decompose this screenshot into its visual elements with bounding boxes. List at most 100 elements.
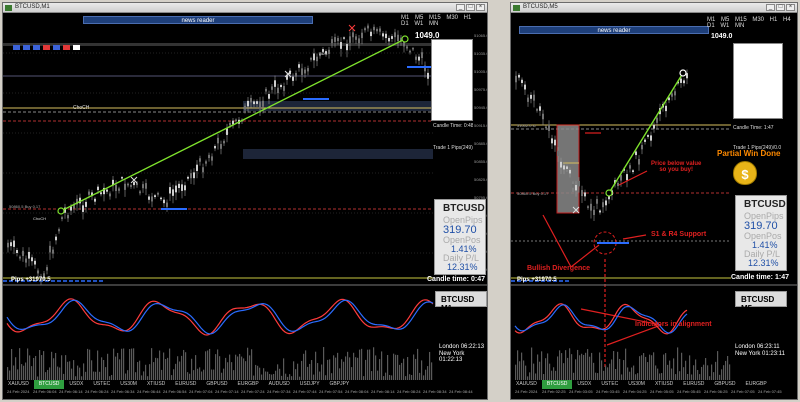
stats-table bbox=[431, 39, 473, 121]
close-icon[interactable]: × bbox=[476, 4, 485, 11]
swatch[interactable] bbox=[73, 45, 80, 50]
london-label: London bbox=[735, 344, 756, 350]
newyork-time: 01:22:13 bbox=[439, 357, 463, 363]
window-title: BTCUSD,M5 bbox=[523, 4, 558, 10]
time-tick: 24 Feb 07:34 bbox=[267, 389, 291, 394]
swatch[interactable] bbox=[53, 45, 60, 50]
chart-window-m1[interactable]: BTCUSD,M1 _ □ × ChoCH 50860.5 Buy 0.17 C… bbox=[2, 2, 488, 400]
time-tick: 24 Feb 04:25 bbox=[623, 389, 647, 394]
symbol-tab[interactable]: USTEC bbox=[88, 380, 115, 389]
time-tick: 24 Feb 06:14 bbox=[59, 389, 83, 394]
bullish-divergence-annotation: Bullish Divergence bbox=[527, 265, 591, 272]
symbol-tab[interactable]: GBPUSD bbox=[709, 380, 740, 389]
trend-line[interactable] bbox=[60, 38, 406, 212]
newyork-session: New York 01:23:11 bbox=[735, 351, 785, 357]
symbol-tab[interactable]: BTCUSD bbox=[33, 380, 65, 389]
price-tick: 51035.00 bbox=[474, 51, 487, 56]
symbol-tabs[interactable]: XAUUSD BTCUSD USDX USTEC US30M XTIUSD EURUSD GB… bbox=[3, 380, 487, 389]
maximize-icon[interactable]: □ bbox=[776, 4, 785, 11]
zone-box bbox=[243, 149, 433, 159]
symbol-tab[interactable]: XTIUSD bbox=[650, 380, 678, 389]
symbol-tab[interactable]: USTEC bbox=[596, 380, 623, 389]
symbol-tab[interactable]: US30M bbox=[115, 380, 142, 389]
time-tick: 24 Feb 07:04 bbox=[189, 389, 213, 394]
news-reader-bar[interactable]: news reader bbox=[519, 26, 709, 34]
entry-marker[interactable] bbox=[605, 189, 613, 197]
symbol-tab[interactable]: XAUUSD bbox=[511, 380, 542, 389]
oscillator-slow bbox=[6, 299, 434, 335]
symbol-tab[interactable]: XTIUSD bbox=[142, 380, 170, 389]
price-tag: 1049.0 bbox=[711, 33, 733, 40]
swatch[interactable] bbox=[33, 45, 40, 50]
symbol-tab[interactable]: EURUSD bbox=[170, 380, 201, 389]
volume-histogram bbox=[7, 347, 433, 383]
swatch[interactable] bbox=[23, 45, 30, 50]
time-tick: 24 Feb 06:54 bbox=[163, 389, 187, 394]
time-tick: 24 Feb 2024 bbox=[515, 389, 538, 394]
london-session: London 06:23:11 bbox=[735, 344, 780, 350]
symbol-tab[interactable]: EURUSD bbox=[678, 380, 709, 389]
symbol-tab[interactable]: USDX bbox=[572, 380, 596, 389]
indicator-title-box: BTCUSD M5 bbox=[735, 291, 787, 313]
london-time: 06:23:11 bbox=[756, 344, 780, 350]
time-tick: 24 Feb 02:25 bbox=[542, 389, 566, 394]
candle-time-label: Candle time: bbox=[427, 276, 470, 283]
candle-time: Candle time: 0:47 bbox=[427, 276, 485, 283]
time-tick: 24 Feb 06:04 bbox=[33, 389, 57, 394]
price-tick: 50945.00 bbox=[474, 105, 487, 110]
symbol-label: BTCUSD bbox=[744, 199, 786, 210]
time-tick: 24 Feb 08:04 bbox=[345, 389, 369, 394]
time-tick: 24 Feb 06:34 bbox=[111, 389, 135, 394]
close-icon[interactable]: × bbox=[786, 4, 795, 11]
window-titlebar[interactable]: BTCUSD,M1 _ □ × bbox=[3, 3, 487, 13]
symbol-tab[interactable]: USDJPY bbox=[295, 380, 325, 389]
bos-label: BOS bbox=[319, 51, 328, 56]
account-info-panel: BTCUSD OpenPips 319.70 OpenPos 1.41% Dai… bbox=[434, 199, 486, 275]
london-time: 06:22:13 bbox=[460, 344, 485, 350]
time-tick: 24 Feb 08:34 bbox=[423, 389, 447, 394]
chart-window-m5[interactable]: BTCUSD,M5 _ □ × 51002.0 sl 50860.5 Buy 0… bbox=[510, 2, 798, 400]
level-label: 50860.5 Buy 0.17 bbox=[9, 204, 41, 209]
window-titlebar[interactable]: BTCUSD,M5 _ □ × bbox=[511, 3, 797, 13]
symbol-tab[interactable]: EURGBP bbox=[741, 380, 772, 389]
minimize-icon[interactable]: _ bbox=[456, 4, 465, 11]
time-tick: 24 Feb 08:24 bbox=[397, 389, 421, 394]
newyork-time: 01:23:11 bbox=[762, 351, 785, 357]
symbol-tab[interactable]: US30M bbox=[623, 380, 650, 389]
swatch[interactable] bbox=[13, 45, 20, 50]
candle-time-value: 0:47 bbox=[470, 276, 485, 283]
symbol-tabs[interactable]: XAUUSD BTCUSD USDX USTEC US30M XTIUSD EURUSD GB… bbox=[511, 380, 797, 396]
price-tick: 50825.00 bbox=[474, 177, 487, 182]
color-swatches[interactable] bbox=[13, 45, 80, 52]
swatch[interactable] bbox=[63, 45, 70, 50]
exit-marker[interactable] bbox=[679, 69, 687, 77]
volume-histogram bbox=[515, 347, 731, 383]
symbol-tab[interactable]: GBPUSD bbox=[201, 380, 232, 389]
money-bag-icon: $ bbox=[733, 161, 757, 185]
level2-label: 51002.0 sl bbox=[517, 123, 536, 128]
oscillator-fast bbox=[6, 298, 434, 336]
alignment-annotation: Indicators in alignment bbox=[635, 321, 712, 328]
news-reader-bar[interactable]: news reader bbox=[83, 16, 313, 24]
price-below-annotation: Price below value so you buy! bbox=[651, 161, 702, 173]
symbol-tab[interactable]: EURGBP bbox=[233, 380, 264, 389]
entry-marker[interactable] bbox=[57, 207, 65, 215]
partial-win-annotation: Partial Win Done bbox=[717, 149, 781, 158]
candle-time-small: Candle Time: 0:48 bbox=[433, 123, 474, 129]
time-tick: 24 Feb 07:44 bbox=[293, 389, 317, 394]
symbol-tab[interactable]: USDX bbox=[64, 380, 88, 389]
time-tick: 24 Feb 03:45 bbox=[596, 389, 620, 394]
symbol-tab[interactable]: XAUUSD bbox=[3, 380, 34, 389]
newyork-session: New York 01:22:13 bbox=[439, 351, 487, 363]
price-chart-m1[interactable]: ChoCH 50860.5 Buy 0.17 ChoCH BOS bbox=[3, 13, 488, 391]
timeframe-row[interactable]: M1 M5 M15 M30 H1 H4 D1 W1 MN bbox=[707, 17, 797, 29]
support-annotation: S1 & R4 Support bbox=[651, 231, 707, 238]
maximize-icon[interactable]: □ bbox=[466, 4, 475, 11]
swatch[interactable] bbox=[43, 45, 50, 50]
trend-line[interactable] bbox=[608, 72, 684, 194]
symbol-tab[interactable]: AUDUSD bbox=[264, 380, 295, 389]
exit-marker[interactable] bbox=[401, 35, 409, 43]
symbol-tab[interactable]: BTCUSD bbox=[541, 380, 573, 389]
symbol-tab[interactable]: GBPJPY bbox=[325, 380, 355, 389]
minimize-icon[interactable]: _ bbox=[766, 4, 775, 11]
